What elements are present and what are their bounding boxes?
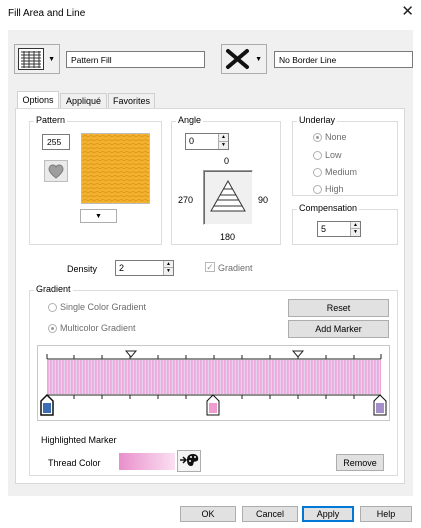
pattern-preview-icon [82, 134, 149, 203]
reset-button[interactable]: Reset [288, 299, 389, 317]
angle-label-bottom: 180 [220, 232, 236, 242]
checkmark-icon: ✓ [205, 262, 215, 272]
heart-icon [48, 164, 64, 181]
compensation-value: 5 [321, 224, 327, 234]
tab-favorites[interactable]: Favorites [108, 93, 155, 108]
angle-spinner[interactable]: 0 ▲ ▼ [185, 133, 229, 150]
density-spinner[interactable]: 2 ▲ ▼ [115, 260, 174, 276]
angle-value: 0 [189, 136, 195, 146]
fill-type-dropdown[interactable]: ▼ [14, 44, 60, 74]
spin-up-icon[interactable]: ▲ [219, 134, 228, 142]
chevron-down-icon: ▼ [255, 56, 262, 63]
angle-label-right: 90 [258, 195, 269, 205]
no-line-icon [225, 48, 251, 70]
marker-icon [40, 393, 54, 416]
underlay-group-label: Underlay [297, 115, 338, 125]
gradient-marker-middle[interactable] [206, 394, 220, 416]
angle-dial[interactable] [203, 170, 253, 225]
radio-icon [48, 303, 57, 312]
thread-color-swatch[interactable] [119, 453, 175, 470]
angle-label-left: 270 [178, 195, 194, 205]
remove-button[interactable]: Remove [336, 454, 384, 471]
pattern-swatch[interactable] [81, 133, 150, 204]
density-value: 2 [119, 263, 125, 273]
help-button[interactable]: Help [360, 506, 412, 522]
density-label: Density [67, 264, 98, 274]
close-button[interactable]: ✕ [401, 4, 414, 19]
title-bar: Fill Area and Line ✕ [0, 0, 421, 28]
pattern-dropdown-button[interactable]: ▼ [80, 209, 117, 223]
angle-label-top: 0 [224, 156, 230, 166]
line-type-field[interactable]: No Border Line [274, 51, 413, 68]
marker-icon [206, 394, 220, 416]
window-title: Fill Area and Line [8, 8, 86, 19]
radio-icon [313, 168, 322, 177]
pattern-group-label: Pattern [34, 115, 68, 125]
thread-color-label: Thread Color [48, 458, 101, 468]
pattern-number[interactable]: 255 [42, 134, 70, 150]
marker-icon [373, 394, 387, 416]
compensation-spinner[interactable]: 5 ▲ ▼ [317, 221, 361, 237]
chevron-down-icon: ▼ [95, 212, 102, 220]
spin-down-icon[interactable]: ▼ [164, 268, 173, 275]
ok-button[interactable]: OK [180, 506, 236, 522]
thread-color-picker-button[interactable] [177, 450, 201, 472]
apply-button[interactable]: Apply [302, 506, 354, 522]
angle-orientation-icon [209, 179, 247, 215]
cancel-button[interactable]: Cancel [242, 506, 298, 522]
radio-selected-icon [313, 133, 322, 142]
highlighted-marker-label: Highlighted Marker [41, 435, 117, 445]
radio-icon [313, 185, 322, 194]
gradient-group-label: Gradient [34, 284, 73, 294]
pattern-fill-icon [18, 48, 44, 70]
compensation-group-label: Compensation [297, 203, 360, 213]
angle-group-label: Angle [176, 115, 204, 125]
radio-icon [313, 151, 322, 160]
gradient-marker-start[interactable] [40, 393, 54, 416]
radio-selected-icon [48, 324, 57, 333]
fill-type-field[interactable]: Pattern Fill [66, 51, 205, 68]
add-marker-button[interactable]: Add Marker [288, 320, 389, 338]
spin-down-icon[interactable]: ▼ [219, 142, 228, 150]
tab-options[interactable]: Options [17, 91, 59, 108]
chevron-down-icon: ▼ [48, 56, 55, 63]
favorite-pattern-button[interactable] [44, 160, 68, 182]
spin-down-icon[interactable]: ▼ [351, 229, 360, 236]
spin-up-icon[interactable]: ▲ [351, 222, 360, 229]
tab-applique[interactable]: Appliqué [60, 93, 107, 108]
color-palette-icon [179, 453, 199, 469]
gradient-marker-end[interactable] [373, 394, 387, 416]
spin-up-icon[interactable]: ▲ [164, 261, 173, 268]
line-type-dropdown[interactable]: ▼ [221, 44, 267, 74]
